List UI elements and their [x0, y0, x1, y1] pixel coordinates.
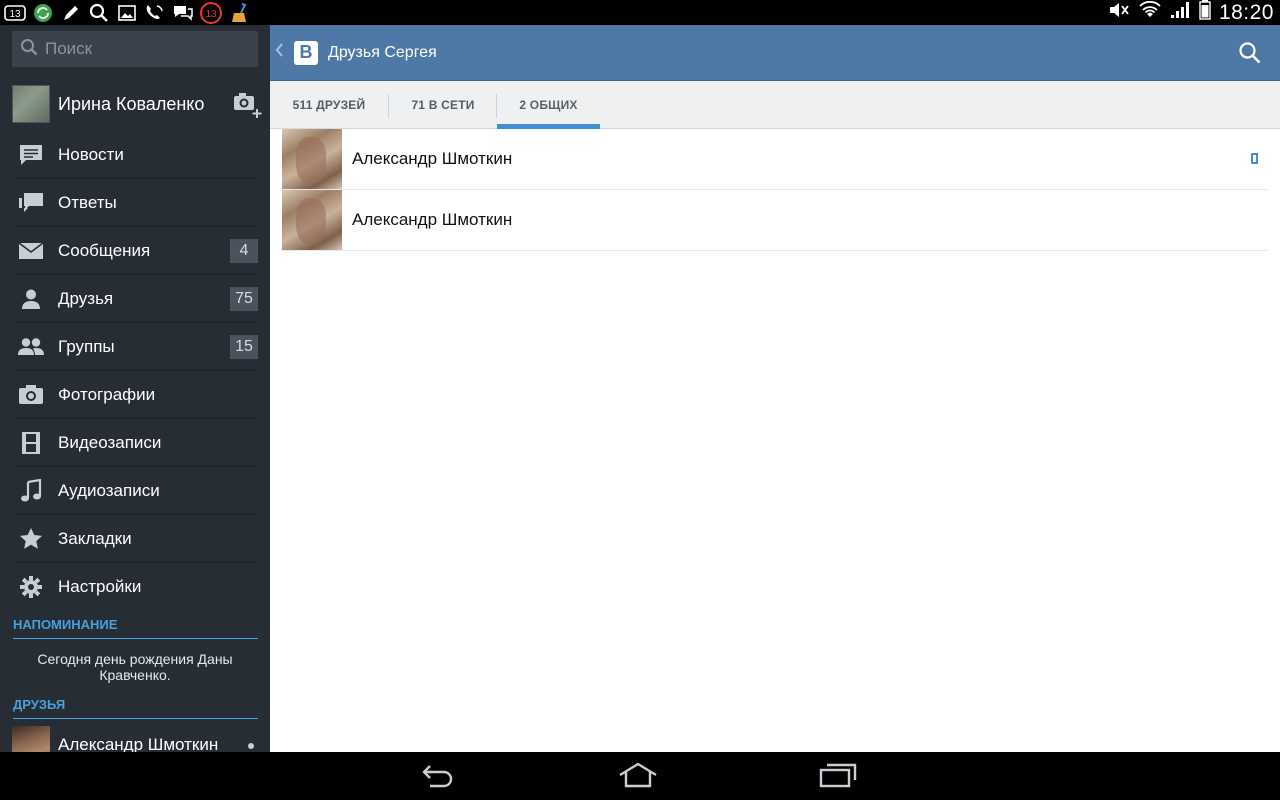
vk-logo[interactable]: В — [294, 40, 318, 65]
mute-icon — [1107, 1, 1131, 24]
sidebar-item-news[interactable]: Новости — [0, 131, 270, 179]
back-arrow-icon — [420, 762, 456, 793]
friend-avatar[interactable] — [12, 726, 50, 752]
tab-divider — [388, 94, 389, 118]
wifi-icon — [1139, 0, 1161, 24]
sidebar-item-replies[interactable]: Ответы — [0, 179, 270, 227]
sidebar-item-groups[interactable]: Группы 15 — [0, 323, 270, 371]
battery-icon — [1199, 0, 1211, 25]
back-chevron-icon[interactable] — [274, 42, 288, 63]
status-bar-system: 18:20 — [1107, 0, 1274, 25]
sidebar-item-label: Группы — [58, 337, 115, 356]
camera-icon — [18, 382, 44, 408]
sidebar-item-label: Закладки — [58, 529, 132, 548]
sidebar-item-label: Настройки — [58, 577, 142, 596]
search-box[interactable] — [12, 31, 258, 67]
chat-icon — [172, 3, 194, 23]
profile-row[interactable]: Ирина Коваленко — [0, 79, 270, 129]
mobile-online-icon — [1251, 153, 1258, 164]
phone-icon — [144, 3, 166, 23]
tab-bar: 511 ДРУЗЕЙ 71 В СЕТИ 2 ОБЩИХ — [270, 81, 1280, 129]
notification-13-icon: 13 — [4, 3, 26, 23]
tab-all-friends[interactable]: 511 ДРУЗЕЙ — [282, 81, 376, 129]
groups-icon — [18, 334, 44, 360]
sidebar-item-photos[interactable]: Фотографии — [0, 371, 270, 419]
recent-apps-button[interactable] — [818, 762, 858, 792]
sidebar-item-label: Ответы — [58, 193, 117, 212]
film-icon — [18, 430, 44, 456]
back-button[interactable] — [418, 762, 458, 792]
sidebar-item-label: Друзья — [58, 289, 114, 308]
broom-icon — [228, 2, 250, 23]
reminder-text[interactable]: Сегодня день рождения Даны Кравченко. — [12, 651, 258, 683]
music-note-icon — [18, 478, 44, 504]
star-icon — [18, 526, 44, 552]
profile-name: Ирина Коваленко — [58, 93, 205, 114]
list-item[interactable]: Александр Шмоткин — [282, 190, 1268, 251]
image-icon — [116, 3, 138, 23]
replies-icon — [18, 190, 44, 216]
sidebar-item-friends[interactable]: Друзья 75 — [0, 275, 270, 323]
friends-section-title: ДРУЗЬЯ — [13, 697, 258, 719]
signal-icon — [1169, 1, 1191, 24]
sidebar-item-audio[interactable]: Аудиозаписи — [0, 467, 270, 515]
search-input[interactable] — [45, 39, 245, 59]
mail-icon — [18, 238, 44, 264]
badge-count: 13 — [205, 9, 217, 20]
online-indicator — [248, 743, 254, 749]
sidebar-item-label: Аудиозаписи — [58, 481, 160, 500]
home-button[interactable] — [618, 762, 658, 792]
pen-icon — [60, 3, 82, 23]
sidebar-item-videos[interactable]: Видеозаписи — [0, 419, 270, 467]
avatar[interactable] — [12, 85, 50, 123]
sidebar-item-label: Сообщения — [58, 241, 151, 260]
sidebar-item-label: Фотографии — [58, 385, 156, 404]
news-icon — [18, 142, 44, 168]
tab-online[interactable]: 71 В СЕТИ — [400, 81, 486, 129]
tab-mutual[interactable]: 2 ОБЩИХ — [497, 81, 600, 129]
recent-apps-icon — [819, 762, 857, 793]
sync-icon — [32, 3, 54, 23]
notification-count: 13 — [9, 9, 21, 20]
sidebar-item-label: Видеозаписи — [58, 433, 162, 452]
sidebar-item-settings[interactable]: Настройки — [0, 563, 270, 611]
sidebar-item-label: Новости — [58, 145, 124, 164]
tab-label: 71 В СЕТИ — [411, 98, 475, 112]
messages-count-badge: 4 — [230, 239, 258, 263]
app-header: В Друзья Сергея — [270, 25, 1280, 81]
friends-list: Александр Шмоткин Александр Шмоткин — [282, 129, 1268, 251]
sidebar-menu: Новости Ответы Сообщения 4 Друзья 75 Гру… — [0, 131, 270, 611]
sidebar-item-messages[interactable]: Сообщения 4 — [0, 227, 270, 275]
friends-count-badge: 75 — [230, 287, 258, 311]
reminder-section-title: НАПОМИНАНИЕ — [13, 617, 258, 639]
friend-avatar[interactable] — [282, 129, 342, 189]
tab-label: 511 ДРУЗЕЙ — [292, 98, 366, 112]
navigation-bar — [0, 752, 1280, 800]
gear-icon — [18, 574, 44, 600]
list-item[interactable]: Александр Шмоткин — [282, 129, 1268, 190]
status-bar: 13 13 18:20 — [0, 0, 1280, 25]
friend-avatar[interactable] — [282, 190, 342, 250]
tab-label: 2 ОБЩИХ — [519, 98, 578, 112]
camera-add-icon[interactable] — [232, 91, 262, 118]
search-icon — [20, 38, 38, 61]
friend-icon — [18, 286, 44, 312]
main-content: В Друзья Сергея 511 ДРУЗЕЙ 71 В СЕТИ 2 О… — [270, 25, 1280, 752]
home-icon — [618, 762, 658, 793]
friend-name: Александр Шмоткин — [58, 735, 219, 752]
clock: 18:20 — [1218, 0, 1274, 24]
friend-name: Александр Шмоткин — [352, 210, 513, 229]
search-icon[interactable] — [1238, 41, 1262, 65]
search-icon — [88, 3, 110, 23]
sidebar: Ирина Коваленко Новости Ответы Сообщения… — [0, 25, 270, 752]
badge-13-icon: 13 — [200, 1, 222, 24]
page-title: Друзья Сергея — [328, 43, 437, 61]
sidebar-friend-item[interactable]: Александр Шмоткин — [0, 725, 270, 752]
sidebar-item-bookmarks[interactable]: Закладки — [0, 515, 270, 563]
friend-name: Александр Шмоткин — [352, 149, 513, 168]
status-bar-notifications: 13 13 — [4, 1, 250, 24]
groups-count-badge: 15 — [230, 335, 258, 359]
